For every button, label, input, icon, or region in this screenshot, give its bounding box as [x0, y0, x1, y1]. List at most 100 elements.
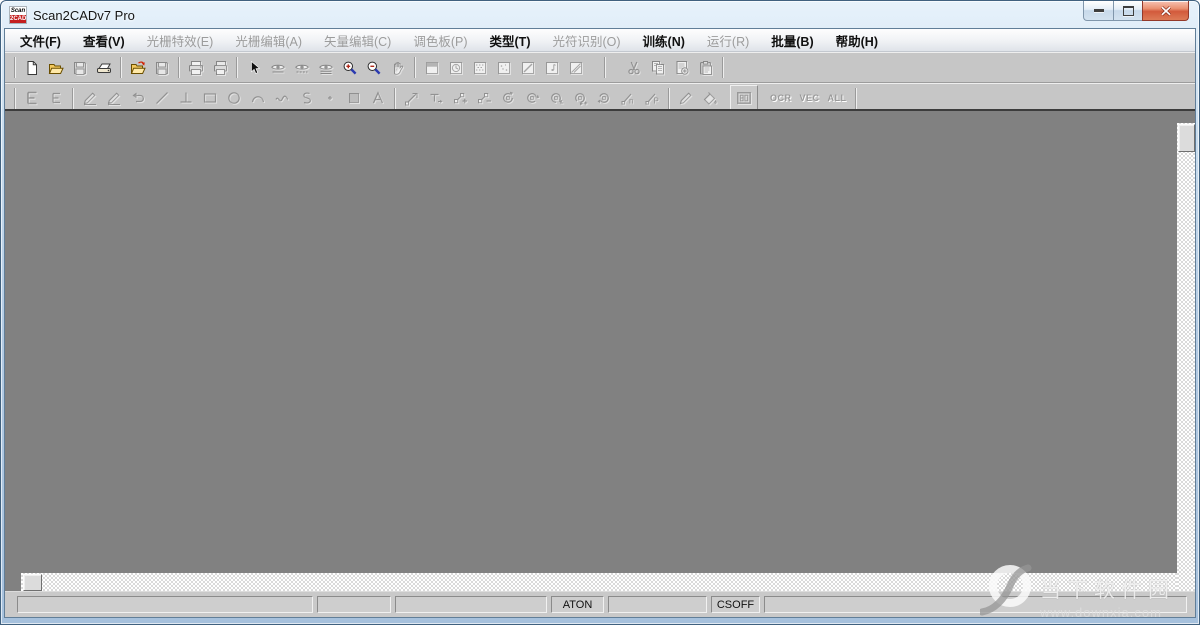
- delete-vertex-button: [472, 86, 496, 110]
- new-file-icon: [24, 60, 40, 76]
- print-copies-icon: [212, 60, 228, 76]
- line-button: [150, 86, 174, 110]
- erase-pencil-button: [102, 86, 126, 110]
- raster-note-icon: [544, 60, 560, 76]
- curve-icon: [274, 90, 290, 106]
- toolbar-separator: [855, 88, 857, 109]
- menu-item-view[interactable]: 查看(V): [72, 29, 136, 51]
- toolbar-standard: [5, 52, 1195, 83]
- save-as-button: [150, 56, 174, 80]
- circle-button: [222, 86, 246, 110]
- rectangle-icon: [202, 90, 218, 106]
- app-icon: Scan 2CAD: [10, 7, 26, 23]
- raster-diagonal-button: [564, 56, 588, 80]
- copy-button: [646, 56, 670, 80]
- vertex-p-button: P: [640, 86, 664, 110]
- rotate-vertex-icon-4: [572, 90, 588, 106]
- close-icon: [1160, 6, 1172, 16]
- erase-pencil-icon: [106, 90, 122, 106]
- toolbar-separator: [14, 57, 16, 78]
- minimize-button[interactable]: [1083, 1, 1114, 21]
- window-title: Scan2CADv7 Pro: [33, 8, 135, 23]
- move-vertex-button: [424, 86, 448, 110]
- fill-bucket-button: [698, 86, 722, 110]
- undo-icon: [130, 90, 146, 106]
- menu-item-palette: 调色板(P): [402, 29, 478, 51]
- text-button: [366, 86, 390, 110]
- status-panel-7: [764, 596, 1187, 613]
- menu-item-run: 运行(R): [696, 29, 760, 51]
- menu-bar: 文件(F)查看(V)光栅特效(E)光栅编辑(A)矢量编辑(C)调色板(P)类型(…: [5, 29, 1195, 52]
- view-both-icon: [318, 60, 334, 76]
- toolbar-separator: [414, 57, 416, 78]
- new-file-button[interactable]: [20, 56, 44, 80]
- cut-icon: [626, 60, 642, 76]
- raster-halftone-icon: [424, 60, 440, 76]
- circle-icon: [226, 90, 242, 106]
- toolbar-separator: [178, 57, 180, 78]
- measure-arrow-icon: [404, 90, 420, 106]
- horizontal-scrollbar[interactable]: [21, 573, 1177, 591]
- pencil-icon: [678, 90, 694, 106]
- app-window: Scan 2CAD Scan2CADv7 Pro 文件(F)查看(V)光栅特效(…: [0, 0, 1200, 625]
- raster-halftone-button: [420, 56, 444, 80]
- vertical-scrollbar-thumb[interactable]: [1178, 124, 1195, 152]
- workspace-canvas[interactable]: [5, 109, 1195, 591]
- menu-item-help[interactable]: 帮助(H): [825, 29, 889, 51]
- menu-item-vector-edit: 矢量编辑(C): [313, 29, 402, 51]
- rotate-vertex-3-button: [544, 86, 568, 110]
- letter-e-2-button: [44, 86, 68, 110]
- menu-item-train[interactable]: 训练(N): [632, 29, 696, 51]
- raster-clock-icon: [448, 60, 464, 76]
- menu-item-raster-effects: 光栅特效(E): [136, 29, 225, 51]
- raster-despeckle-icon: [496, 60, 512, 76]
- rotate-vertex-4-button: [568, 86, 592, 110]
- maximize-button[interactable]: [1114, 1, 1142, 21]
- svg-text:n: n: [629, 97, 633, 106]
- letter-e-1-button: [20, 86, 44, 110]
- arc-button: [246, 86, 270, 110]
- view-both-button: [314, 56, 338, 80]
- line-icon: [154, 90, 170, 106]
- paste-special-icon: [674, 60, 690, 76]
- vertical-scrollbar[interactable]: [1177, 123, 1195, 591]
- menu-item-batch[interactable]: 批量(B): [760, 29, 824, 51]
- point-button: [318, 86, 342, 110]
- all-mode-button: ALL: [824, 86, 851, 110]
- pan-hand-button: [386, 56, 410, 80]
- fill-bucket-icon: [702, 90, 718, 106]
- print-button: [184, 56, 208, 80]
- zoom-in-icon: [342, 60, 358, 76]
- arc-icon: [250, 90, 266, 106]
- zoom-out-button[interactable]: [362, 56, 386, 80]
- zoom-in-button[interactable]: [338, 56, 362, 80]
- raster-dither-icon: [472, 60, 488, 76]
- folder-import-button[interactable]: [126, 56, 150, 80]
- raster-despeckle-button: [492, 56, 516, 80]
- toolbar-separator: [120, 57, 122, 78]
- rotate-vertex-2-button: [520, 86, 544, 110]
- menu-item-type[interactable]: 类型(T): [479, 29, 542, 51]
- status-panel-csoff: CSOFF: [711, 596, 760, 613]
- menu-item-file[interactable]: 文件(F): [9, 29, 72, 51]
- status-panel-1: [17, 596, 313, 613]
- vertex-p-icon: P: [644, 90, 660, 106]
- close-button[interactable]: [1142, 1, 1189, 21]
- horizontal-scrollbar-thumb[interactable]: [23, 574, 42, 591]
- client-area: 文件(F)查看(V)光栅特效(E)光栅编辑(A)矢量编辑(C)调色板(P)类型(…: [5, 29, 1195, 617]
- select-arrow-button[interactable]: [242, 56, 266, 80]
- point-icon: [322, 90, 338, 106]
- toolbar-separator: [236, 57, 238, 78]
- save-as-icon: [154, 60, 170, 76]
- status-panel-aton: ATON: [551, 596, 604, 613]
- scanner-button[interactable]: [92, 56, 116, 80]
- letter-e-icon-2: [48, 90, 64, 106]
- rotate-vertex-icon-5: [596, 90, 612, 106]
- perpendicular-icon: [178, 90, 194, 106]
- open-folder-icon: [48, 60, 64, 76]
- rotate-vertex-1-button: [496, 86, 520, 110]
- perpendicular-button: [174, 86, 198, 110]
- open-folder-button[interactable]: [44, 56, 68, 80]
- window-controls: [1083, 1, 1189, 21]
- title-bar[interactable]: Scan 2CAD Scan2CADv7 Pro: [1, 1, 1199, 29]
